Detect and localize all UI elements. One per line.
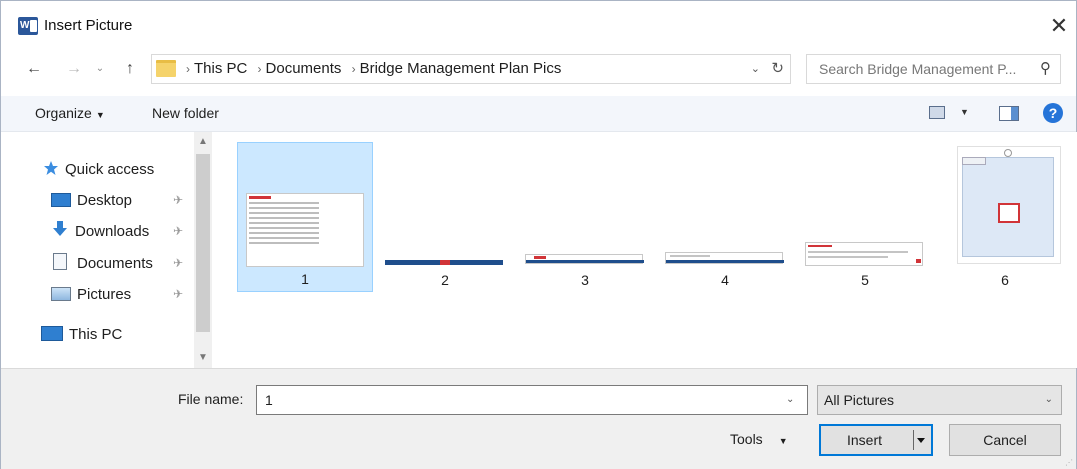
tools-menu-button[interactable]: Tools ▼ <box>730 431 788 447</box>
sidebar-item-label: Documents <box>77 255 153 272</box>
sidebar-item-this-pc[interactable]: This PC <box>41 323 122 347</box>
chevron-down-icon: ⌄ <box>1044 394 1053 405</box>
file-tile[interactable]: 1 <box>237 142 373 292</box>
sidebar-item-documents[interactable]: Documents <box>51 252 153 276</box>
breadcrumb-this-pc[interactable]: This PC <box>194 60 247 77</box>
file-tile[interactable]: 6 <box>937 142 1073 292</box>
file-tile[interactable]: 2 <box>377 142 513 292</box>
refresh-button[interactable]: ↻ <box>771 59 784 77</box>
file-tile[interactable]: 3 <box>517 142 653 292</box>
breadcrumb-separator: › <box>186 62 190 76</box>
file-name-label: File name: <box>178 391 244 407</box>
file-name-label: 5 <box>861 272 869 288</box>
recent-locations-button[interactable]: ⌄ <box>94 57 106 81</box>
folder-icon <box>156 60 176 77</box>
star-icon <box>43 160 59 176</box>
sidebar-item-label: This PC <box>69 326 123 343</box>
sidebar-scrollbar[interactable]: ▲ ▼ <box>194 132 212 368</box>
chevron-down-icon: ▼ <box>95 110 105 120</box>
download-arrow-icon <box>51 220 69 238</box>
insert-button[interactable]: Insert <box>819 424 933 456</box>
scroll-down-arrow-icon[interactable]: ▼ <box>198 352 208 363</box>
sidebar-item-network-partial[interactable] <box>51 360 71 368</box>
file-tile[interactable]: 5 <box>797 142 933 292</box>
file-name-dropdown-icon[interactable]: ⌄ <box>786 394 794 405</box>
back-button[interactable]: ← <box>23 57 45 81</box>
breadcrumb-documents[interactable]: Documents <box>266 60 342 77</box>
forward-button[interactable]: → <box>65 57 83 81</box>
file-thumbnail <box>665 252 784 264</box>
breadcrumb: › This PC › Documents › Bridge Management P… <box>184 60 565 77</box>
address-row: ← → ⌄ ↑ › This PC › Documents › Bridge Mana… <box>1 51 1076 89</box>
file-type-value: All Pictures <box>824 392 895 408</box>
sidebar-item-label: Pictures <box>77 286 132 303</box>
tools-label: Tools <box>730 431 763 447</box>
pin-icon[interactable]: ✈ <box>173 193 183 207</box>
organize-menu-button[interactable]: Organize ▼ <box>35 105 105 121</box>
file-name-label: 1 <box>301 271 309 287</box>
up-button[interactable]: ↑ <box>119 57 141 81</box>
computer-icon <box>41 326 63 341</box>
scroll-up-arrow-icon[interactable]: ▲ <box>198 136 208 147</box>
desktop-icon <box>51 193 71 207</box>
pin-icon[interactable]: ✈ <box>173 256 183 270</box>
breadcrumb-current-folder[interactable]: Bridge Management Plan Pics <box>360 60 562 77</box>
sidebar-item-label: Quick access <box>65 161 155 178</box>
navigation-pane: Quick access Desktop ✈ Downloads ✈ Docum… <box>1 132 213 368</box>
help-icon[interactable]: ? <box>1043 103 1063 123</box>
scroll-thumb[interactable] <box>196 154 210 332</box>
sidebar-item-downloads[interactable]: Downloads <box>51 220 149 244</box>
pin-icon[interactable]: ✈ <box>173 224 183 238</box>
pin-icon[interactable]: ✈ <box>173 287 183 301</box>
file-list: 1 2 3 4 5 6 <box>213 132 1077 368</box>
file-thumbnail <box>246 193 364 267</box>
file-name-label: 6 <box>1001 272 1009 288</box>
address-dropdown-button[interactable]: ⌄ <box>751 62 760 75</box>
chevron-down-icon: ▼ <box>778 436 788 446</box>
change-view-icon[interactable] <box>929 106 945 119</box>
title-bar: W Insert Picture ✕ <box>1 1 1076 51</box>
file-name-label: 4 <box>721 272 729 288</box>
file-tile[interactable]: 4 <box>657 142 793 292</box>
file-name-label: 3 <box>581 272 589 288</box>
file-name-label: 2 <box>441 272 449 288</box>
sidebar-item-label: Desktop <box>77 192 133 209</box>
file-thumbnail <box>385 258 503 266</box>
dialog-footer: File name: 1 ⌄ All Pictures ⌄ Tools ▼ Ins… <box>1 368 1076 469</box>
insert-label: Insert <box>847 432 883 448</box>
breadcrumb-separator: › <box>351 62 356 76</box>
new-folder-button[interactable]: New folder <box>152 105 219 121</box>
document-icon <box>53 253 67 270</box>
search-input[interactable]: Search Bridge Management P... <box>819 61 1016 77</box>
preview-pane-icon[interactable] <box>999 106 1019 121</box>
sidebar-item-desktop[interactable]: Desktop <box>51 189 132 213</box>
pictures-icon <box>51 287 71 301</box>
sidebar-item-label: Downloads <box>75 223 150 240</box>
cancel-button[interactable]: Cancel <box>949 424 1061 456</box>
search-icon[interactable]: ⚲ <box>1040 59 1051 77</box>
address-bar[interactable]: › This PC › Documents › Bridge Management P… <box>151 54 791 84</box>
breadcrumb-separator: › <box>257 62 262 76</box>
file-thumbnail <box>957 146 1061 264</box>
insert-picture-dialog: W Insert Picture ✕ ← → ⌄ ↑ › This PC › Doc… <box>0 0 1077 469</box>
file-name-field[interactable]: 1 <box>256 385 808 415</box>
word-icon: W <box>18 17 38 35</box>
command-toolbar: Organize ▼ New folder ▼ ? <box>1 96 1076 132</box>
file-thumbnail <box>525 254 644 264</box>
sidebar-item-quick-access[interactable]: Quick access <box>43 158 154 182</box>
dialog-title: Insert Picture <box>44 17 133 34</box>
close-button[interactable]: ✕ <box>1042 9 1076 43</box>
resize-grip-icon[interactable]: ⋰ <box>1065 458 1073 467</box>
file-type-select[interactable]: All Pictures ⌄ <box>817 385 1062 415</box>
file-thumbnail <box>805 242 923 266</box>
sidebar-item-pictures[interactable]: Pictures <box>51 283 131 307</box>
view-options-chevron-icon[interactable]: ▼ <box>960 107 969 117</box>
insert-options-dropdown-icon[interactable] <box>913 430 927 450</box>
search-box[interactable]: Search Bridge Management P... ⚲ <box>806 54 1061 84</box>
organize-label: Organize <box>35 105 92 121</box>
